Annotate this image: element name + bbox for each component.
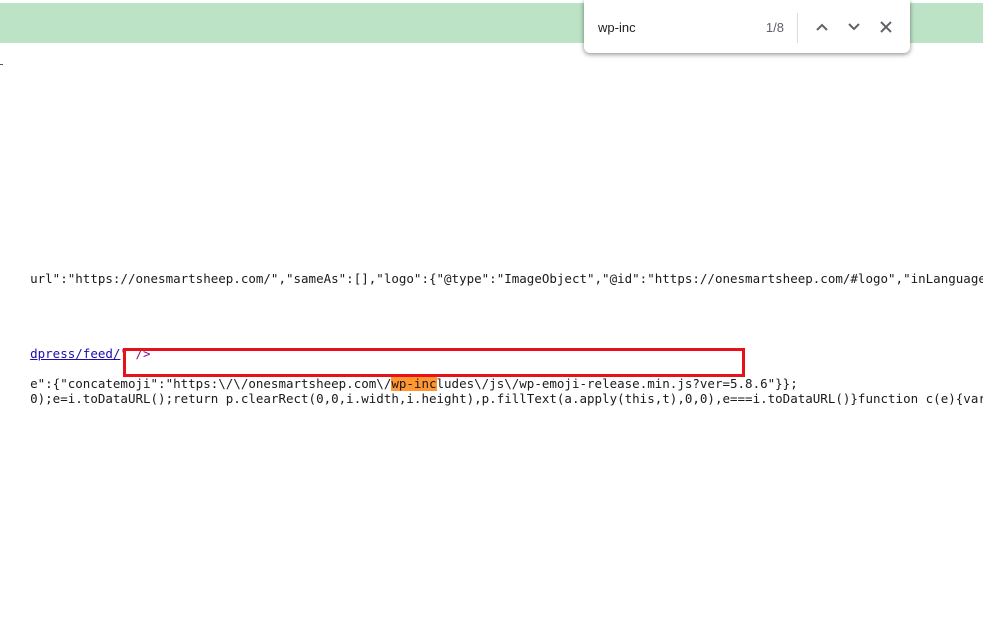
code-line-script: 0);e=i.toDataURL();return p.clearRect(0,…: [0, 375, 983, 423]
find-in-page-bar: 1/8: [584, 0, 910, 53]
feed-link[interactable]: dpress/feed/: [30, 346, 120, 361]
chevron-down-icon: [848, 23, 860, 31]
code-text: 0);e=i.toDataURL();return p.clearRect(0,…: [30, 391, 983, 406]
chevron-up-icon: [816, 23, 828, 31]
close-icon: [880, 21, 892, 33]
find-input[interactable]: [594, 14, 752, 40]
find-previous-button[interactable]: [810, 15, 834, 39]
code-text: " />: [120, 346, 151, 361]
find-match-count: 1/8: [765, 20, 784, 35]
find-divider: [797, 13, 798, 43]
code-text: url":"https://onesmartsheep.com/","sameA…: [30, 271, 983, 286]
page-source-view: url":"https://onesmartsheep.com/","sameA…: [0, 0, 983, 639]
line-fragment-marker: [0, 64, 3, 65]
find-next-button[interactable]: [842, 15, 866, 39]
code-line-schema: url":"https://onesmartsheep.com/","sameA…: [0, 255, 983, 303]
find-close-button[interactable]: [874, 15, 898, 39]
